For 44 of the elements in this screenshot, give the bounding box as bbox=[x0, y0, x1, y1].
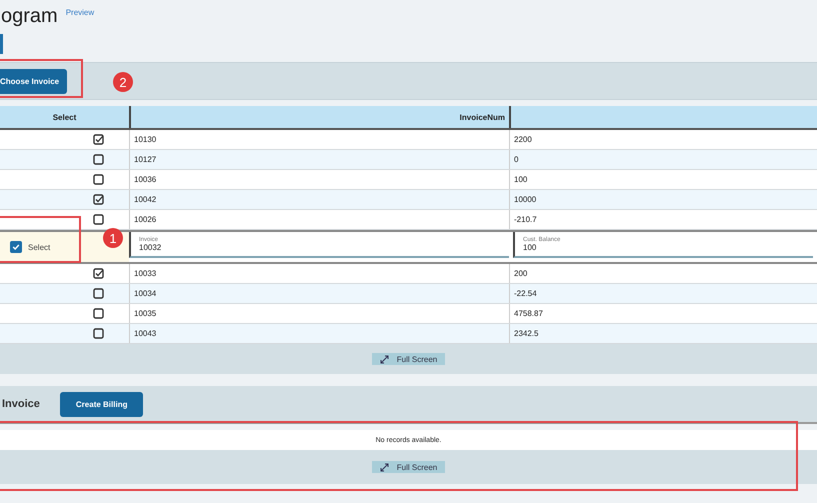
create-billing-button[interactable]: Create Billing bbox=[60, 392, 144, 416]
table-cell: 10034 bbox=[129, 284, 509, 303]
table-cell: 10026 bbox=[129, 210, 509, 229]
table-cell: 100 bbox=[509, 170, 817, 189]
table-cell: 10043 bbox=[129, 324, 509, 343]
table-cell: -210.7 bbox=[509, 210, 817, 229]
checkbox-label: Select bbox=[28, 242, 50, 252]
tab-indicator bbox=[0, 34, 3, 54]
table-cell: 10000 bbox=[509, 190, 817, 209]
table-cell: 10036 bbox=[129, 170, 509, 189]
table-cell: 4758.87 bbox=[509, 304, 817, 323]
expand-icon bbox=[380, 354, 389, 364]
column-header[interactable]: InvoiceNum bbox=[129, 106, 509, 128]
checked-checkbox-icon[interactable] bbox=[93, 134, 104, 145]
checkbox-icon[interactable] bbox=[93, 308, 104, 319]
checkbox-icon[interactable] bbox=[93, 154, 104, 165]
table-cell: 2200 bbox=[509, 130, 817, 149]
checkbox-icon[interactable] bbox=[93, 214, 104, 225]
checkbox-icon[interactable] bbox=[93, 288, 104, 299]
table-cell: 10042 bbox=[129, 190, 509, 209]
choose-invoice-button[interactable]: Choose Invoice bbox=[0, 68, 67, 94]
field-value: 100 bbox=[523, 242, 536, 252]
table-cell: 2342.5 bbox=[509, 324, 817, 343]
table-cell: 200 bbox=[509, 264, 817, 283]
column-header[interactable]: Select bbox=[0, 106, 129, 128]
table-cell: 10033 bbox=[129, 264, 509, 283]
checkbox-icon[interactable] bbox=[93, 174, 104, 185]
full-screen-button[interactable]: Full Screen bbox=[372, 353, 446, 365]
check-icon bbox=[12, 243, 20, 251]
checked-checkbox[interactable] bbox=[10, 241, 22, 253]
table-cell: -22.54 bbox=[509, 284, 817, 303]
preview-label: Preview bbox=[66, 8, 94, 17]
expand-icon bbox=[380, 462, 389, 472]
checked-checkbox-icon[interactable] bbox=[93, 268, 104, 279]
table-cell: 10127 bbox=[129, 150, 509, 169]
section-title: Invoice bbox=[2, 398, 40, 410]
full-screen-button[interactable]: Full Screen bbox=[372, 461, 446, 473]
page-title: ogram bbox=[1, 4, 58, 28]
checkbox-icon[interactable] bbox=[93, 328, 104, 339]
table-cell: 10035 bbox=[129, 304, 509, 323]
table-cell: 0 bbox=[509, 150, 817, 169]
field-value: 10032 bbox=[139, 242, 162, 252]
table-cell: 10130 bbox=[129, 130, 509, 149]
checked-checkbox-icon[interactable] bbox=[93, 194, 104, 205]
